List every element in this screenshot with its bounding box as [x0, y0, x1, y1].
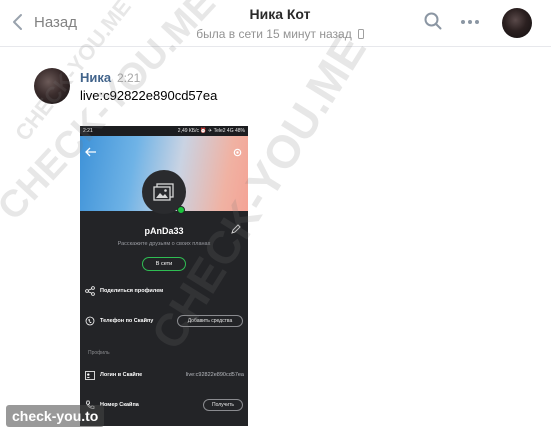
message-author[interactable]: Ника — [80, 70, 111, 85]
peer-info[interactable]: Ника Кот была в сети 15 минут назад — [150, 6, 410, 43]
peer-avatar[interactable] — [502, 8, 532, 38]
attached-photo[interactable]: 2:21 2,49 КБ/с ⏰ ✈ Tele2 4G 48% pAnDa33 … — [80, 126, 248, 426]
add-funds-button: Добавить средства — [177, 315, 243, 327]
phone-status-time: 2:21 — [83, 128, 93, 134]
back-button[interactable]: Назад — [10, 12, 77, 32]
share-profile-label: Поделиться профилем — [100, 288, 164, 294]
get-number-button: Получить — [203, 399, 243, 411]
message-text: live:c92822e890cd57ea — [80, 88, 218, 103]
more-options-icon[interactable] — [460, 19, 480, 25]
skype-login-value: live:c92822e890cd57ea — [185, 372, 244, 378]
image-placeholder-icon — [153, 183, 174, 201]
contact-card-icon — [85, 371, 95, 380]
watermark-badge: check-you.to — [6, 405, 105, 427]
chat-header: Назад Ника Кот была в сети 15 минут наза… — [0, 0, 551, 47]
skype-phone-icon — [85, 316, 95, 326]
share-icon — [85, 286, 95, 296]
skype-login-label: Логин в Скайпе — [100, 372, 143, 378]
arrow-left-icon — [85, 147, 96, 157]
search-icon[interactable] — [424, 12, 442, 30]
peer-status: была в сети 15 минут назад — [196, 27, 364, 41]
message-time[interactable]: 2:21 — [117, 71, 140, 85]
back-label: Назад — [34, 13, 77, 31]
online-status-button: В сети — [142, 257, 186, 271]
online-status-dot — [177, 206, 185, 214]
mobile-phone-icon — [357, 29, 364, 39]
section-profile: Профиль — [88, 350, 110, 356]
peer-status-text: была в сети 15 минут назад — [196, 27, 352, 41]
pencil-icon — [231, 224, 241, 234]
skype-number-label: Номер Скайпа — [100, 402, 139, 408]
author-avatar[interactable] — [34, 68, 70, 104]
profile-username: pAnDa33 — [144, 226, 184, 236]
skype-phone-label: Телефон по Скайпу — [100, 318, 154, 324]
gear-icon — [233, 148, 242, 157]
phone-status-indicators: 2,49 КБ/с ⏰ ✈ Tele2 4G 48% — [177, 128, 245, 134]
phone-status-bar: 2:21 2,49 КБ/с ⏰ ✈ Tele2 4G 48% — [80, 126, 248, 136]
chevron-left-icon — [13, 14, 22, 30]
profile-tagline: Расскажите друзьям о своих планах — [117, 241, 211, 247]
peer-name: Ника Кот — [249, 6, 311, 22]
